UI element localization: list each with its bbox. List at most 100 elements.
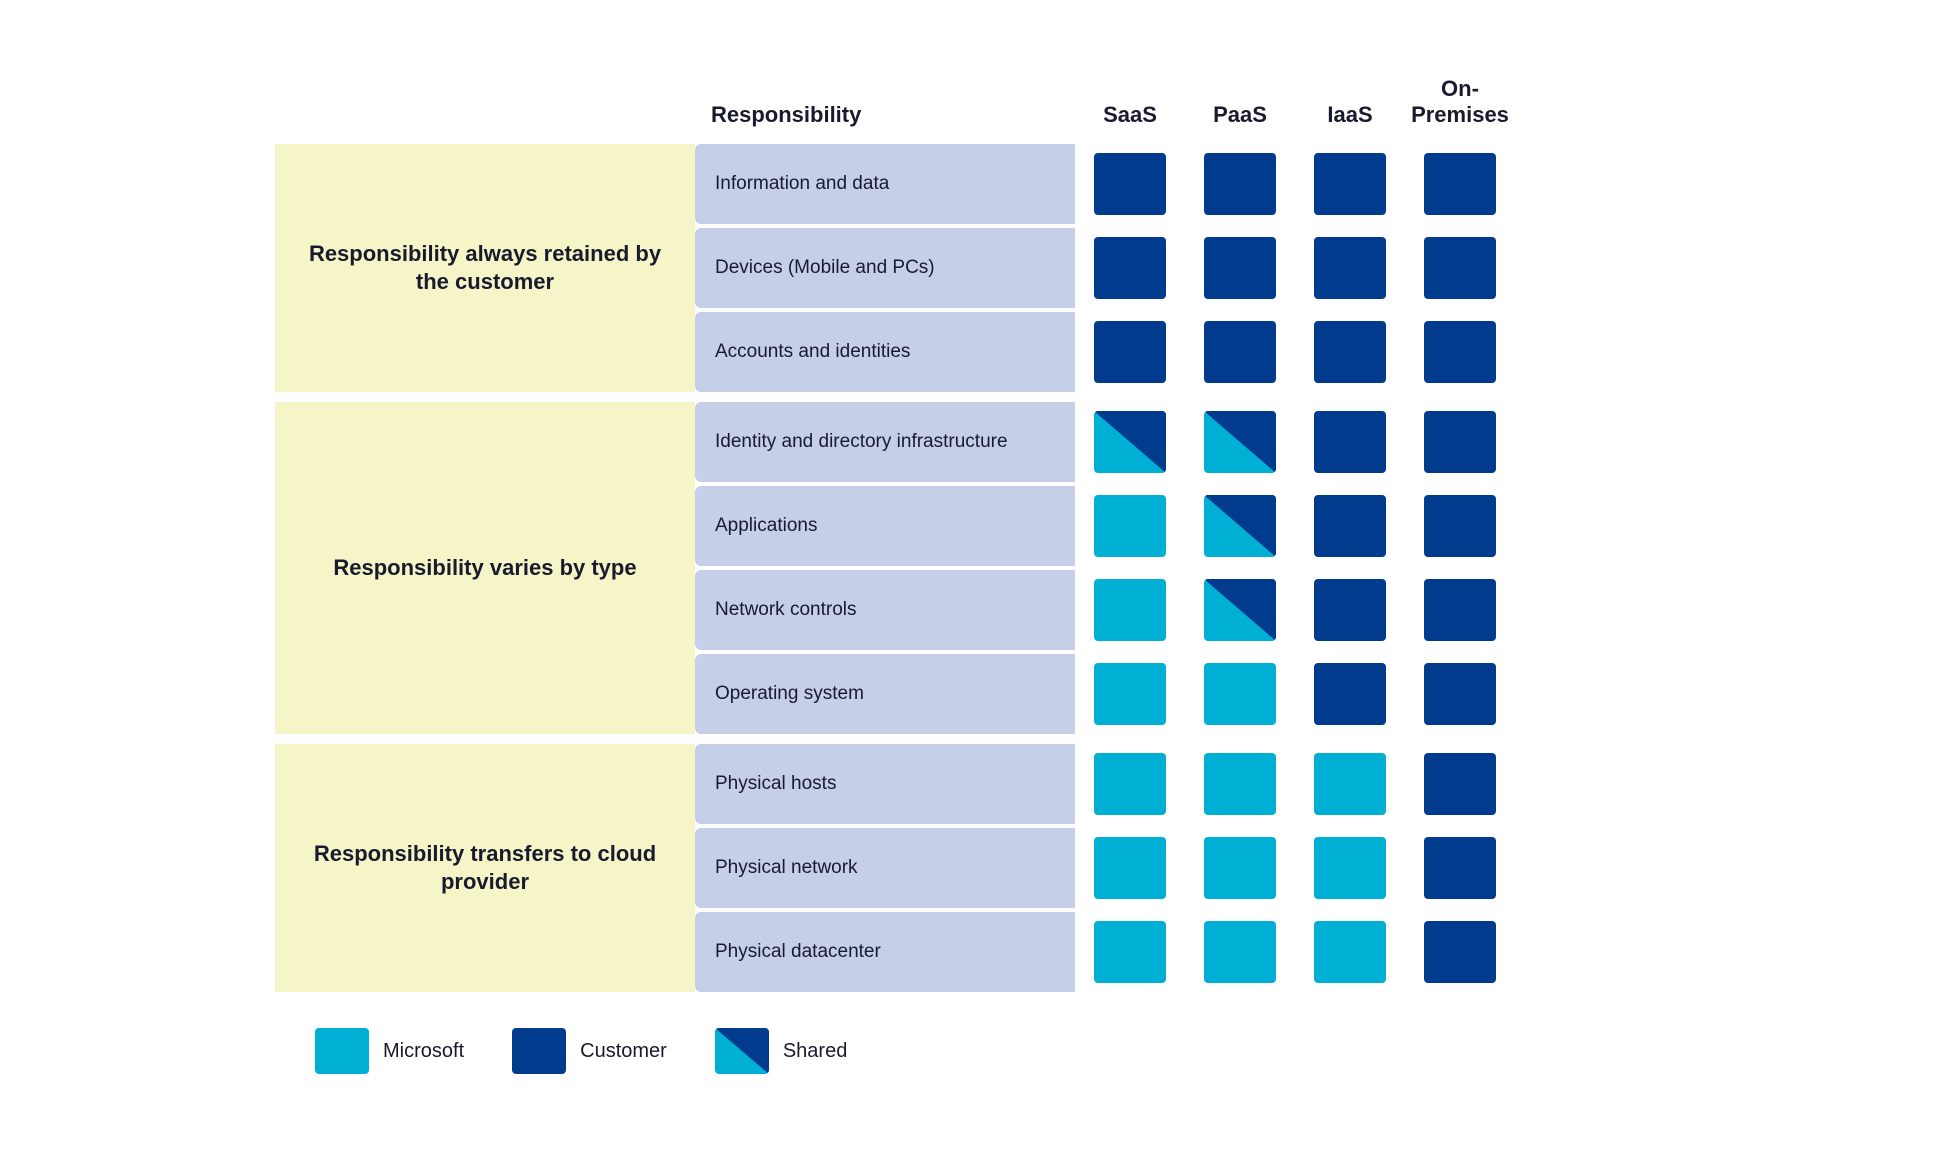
- row-cells: [1075, 486, 1515, 566]
- cell-swatch: [1424, 579, 1496, 641]
- cell-swatch: [1204, 921, 1276, 983]
- cell-swatch: [1424, 837, 1496, 899]
- cell-swatch: [1314, 153, 1386, 215]
- cell-swatch: [1314, 837, 1386, 899]
- cell-swatch: [1424, 663, 1496, 725]
- cell-swatch: [1094, 753, 1166, 815]
- cell-swatch: [1424, 321, 1496, 383]
- cell-paas: [1185, 486, 1295, 566]
- section-transfers-label: Responsibility transfers to cloud provid…: [275, 744, 695, 992]
- row-cells: [1075, 912, 1515, 992]
- cell-swatch: [1424, 921, 1496, 983]
- cell-saas: [1075, 312, 1185, 392]
- cell-paas: [1185, 912, 1295, 992]
- legend-swatch-microsoft: [315, 1028, 369, 1074]
- cell-swatch: [1314, 495, 1386, 557]
- section-transfers-rows: Physical hosts Physical network: [695, 744, 1675, 992]
- main-grid: Responsibility always retained by the cu…: [275, 144, 1675, 998]
- cell-swatch: [1424, 753, 1496, 815]
- cell-paas: [1185, 744, 1295, 824]
- legend-label-customer: Customer: [580, 1040, 667, 1063]
- section-transfers: Responsibility transfers to cloud provid…: [275, 744, 1675, 992]
- row-cells: [1075, 144, 1515, 224]
- row-cells: [1075, 744, 1515, 824]
- row-label-network-controls: Network controls: [695, 570, 1075, 650]
- cell-swatch: [1314, 579, 1386, 641]
- cell-swatch-shared: [1204, 579, 1276, 641]
- row-cells: [1075, 570, 1515, 650]
- cell-swatch-shared: [1094, 411, 1166, 473]
- col-header-saas: SaaS: [1075, 102, 1185, 136]
- cell-onprem: [1405, 744, 1515, 824]
- row-label-applications: Applications: [695, 486, 1075, 566]
- cell-iaas: [1295, 654, 1405, 734]
- row-label-info-data: Information and data: [695, 144, 1075, 224]
- cell-swatch: [1424, 153, 1496, 215]
- section-varies-label: Responsibility varies by type: [275, 402, 695, 734]
- responsibility-header: Responsibility: [695, 102, 1075, 136]
- table-row: Applications: [695, 486, 1675, 566]
- cell-swatch: [1204, 837, 1276, 899]
- section-always: Responsibility always retained by the cu…: [275, 144, 1675, 392]
- legend: Microsoft Customer Shared: [275, 1028, 1675, 1074]
- cell-swatch: [1314, 411, 1386, 473]
- cell-swatch: [1204, 237, 1276, 299]
- cell-paas: [1185, 312, 1295, 392]
- cell-swatch: [1094, 579, 1166, 641]
- legend-item-microsoft: Microsoft: [315, 1028, 464, 1074]
- table-row: Physical datacenter: [695, 912, 1675, 992]
- cell-swatch: [1094, 237, 1166, 299]
- section-varies: Responsibility varies by type Identity a…: [275, 402, 1675, 734]
- cell-iaas: [1295, 912, 1405, 992]
- cell-swatch: [1094, 837, 1166, 899]
- chart-container: Responsibility SaaS PaaS IaaS On-Premise…: [275, 76, 1675, 1075]
- cell-saas: [1075, 828, 1185, 908]
- cell-paas: [1185, 828, 1295, 908]
- cell-swatch: [1094, 495, 1166, 557]
- cell-saas: [1075, 486, 1185, 566]
- legend-item-customer: Customer: [512, 1028, 667, 1074]
- legend-label-shared: Shared: [783, 1040, 848, 1063]
- cell-swatch: [1094, 663, 1166, 725]
- cell-iaas: [1295, 312, 1405, 392]
- cell-onprem: [1405, 228, 1515, 308]
- cell-swatch: [1314, 663, 1386, 725]
- col-header-onprem: On-Premises: [1405, 76, 1515, 137]
- cell-onprem: [1405, 402, 1515, 482]
- cell-paas: [1185, 654, 1295, 734]
- cell-swatch: [1424, 495, 1496, 557]
- cell-saas: [1075, 144, 1185, 224]
- cell-saas: [1075, 570, 1185, 650]
- legend-swatch-shared: [715, 1028, 769, 1074]
- section-varies-rows: Identity and directory infrastructure: [695, 402, 1675, 734]
- cell-iaas: [1295, 228, 1405, 308]
- cell-swatch: [1424, 411, 1496, 473]
- table-row: Identity and directory infrastructure: [695, 402, 1675, 482]
- table-row: Devices (Mobile and PCs): [695, 228, 1675, 308]
- legend-label-microsoft: Microsoft: [383, 1040, 464, 1063]
- cell-iaas: [1295, 570, 1405, 650]
- cell-paas: [1185, 144, 1295, 224]
- cell-swatch: [1314, 321, 1386, 383]
- cell-onprem: [1405, 144, 1515, 224]
- row-label-os: Operating system: [695, 654, 1075, 734]
- col-header-paas: PaaS: [1185, 102, 1295, 136]
- cell-swatch-shared: [1204, 411, 1276, 473]
- table-row: Physical hosts: [695, 744, 1675, 824]
- cell-swatch: [1204, 663, 1276, 725]
- cell-iaas: [1295, 828, 1405, 908]
- row-label-accounts: Accounts and identities: [695, 312, 1075, 392]
- cell-onprem: [1405, 654, 1515, 734]
- cell-saas: [1075, 912, 1185, 992]
- cell-onprem: [1405, 312, 1515, 392]
- col-header-iaas: IaaS: [1295, 102, 1405, 136]
- table-row: Accounts and identities: [695, 312, 1675, 392]
- table-row: Information and data: [695, 144, 1675, 224]
- cell-iaas: [1295, 486, 1405, 566]
- cell-saas: [1075, 402, 1185, 482]
- cell-paas: [1185, 570, 1295, 650]
- table-row: Network controls: [695, 570, 1675, 650]
- cell-iaas: [1295, 144, 1405, 224]
- row-cells: [1075, 312, 1515, 392]
- cell-swatch: [1094, 921, 1166, 983]
